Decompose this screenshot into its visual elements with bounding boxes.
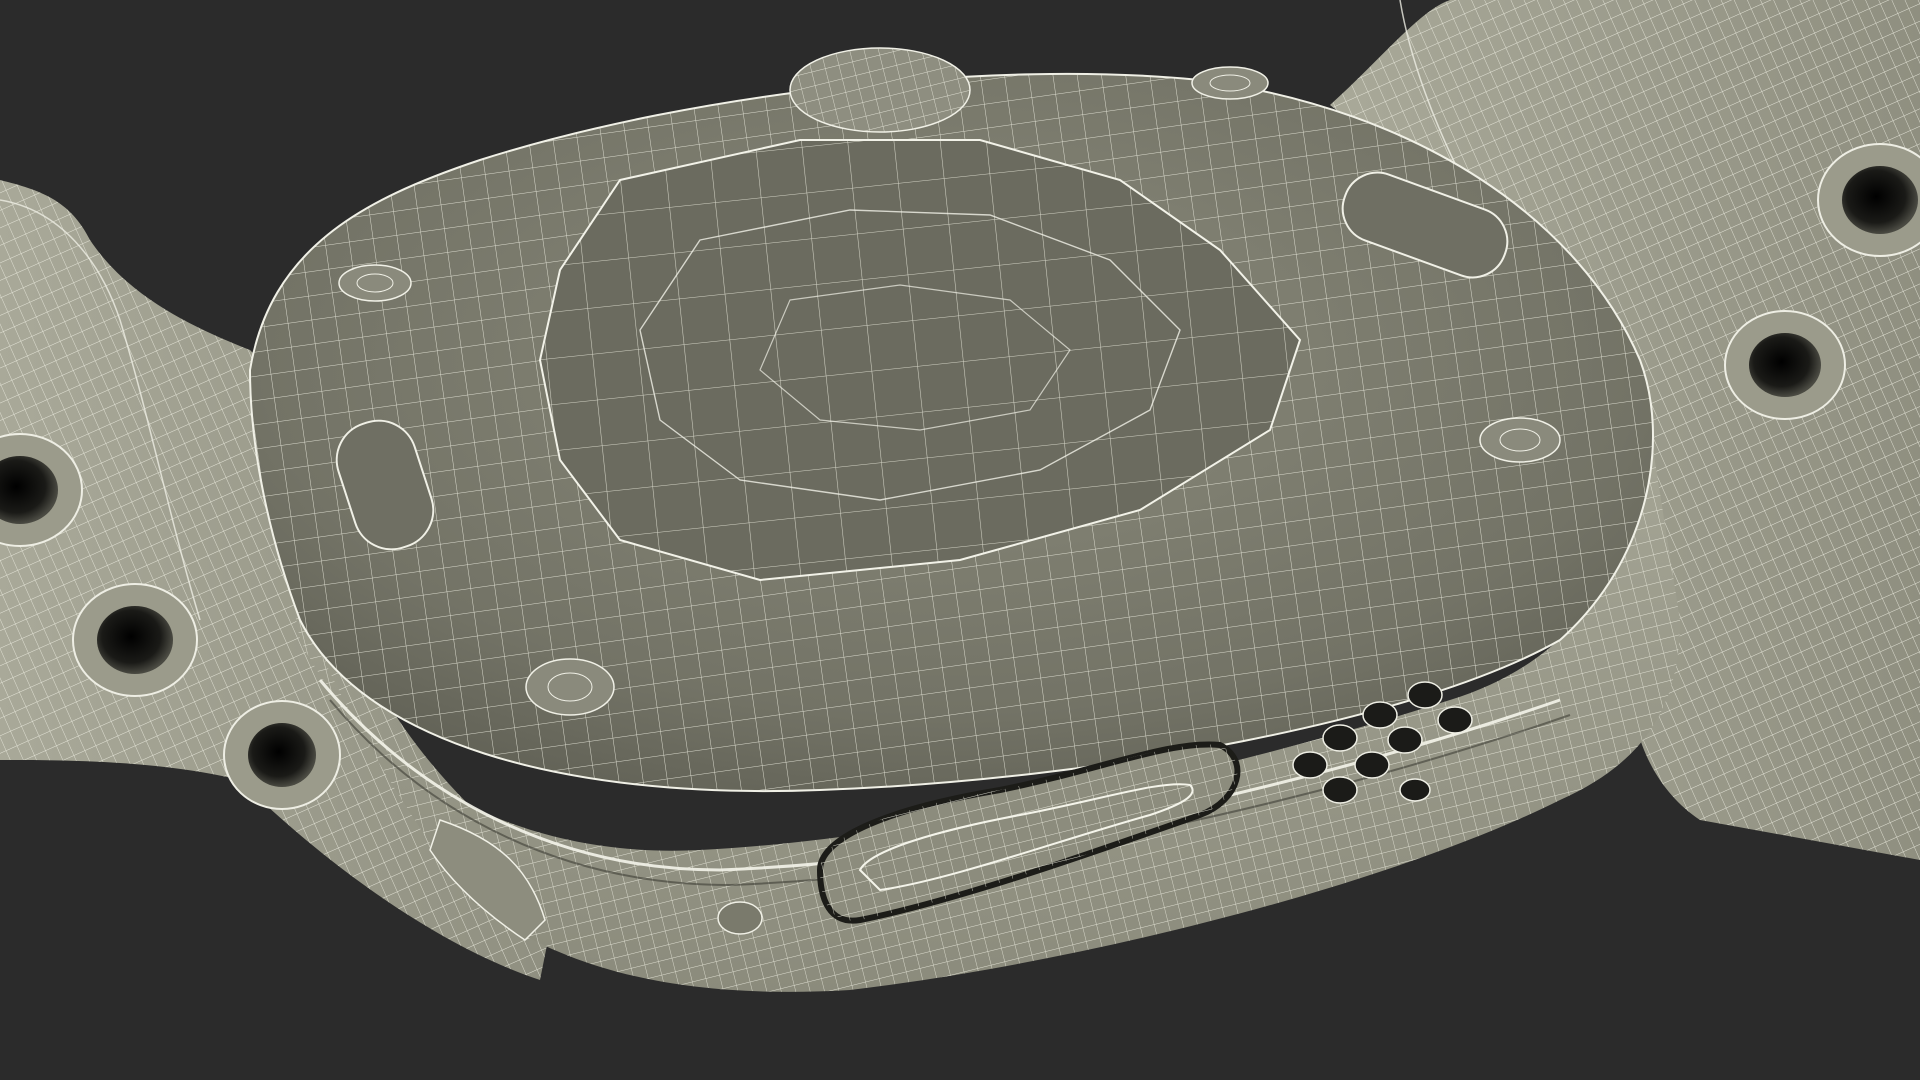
- render-viewport[interactable]: [0, 0, 1920, 1080]
- digital-crown: [789, 47, 971, 133]
- watch-wireframe-render: [0, 0, 1920, 992]
- screw-right: [1479, 417, 1561, 463]
- screw-bottom-left: [525, 658, 615, 716]
- screw-top-left: [338, 264, 412, 302]
- screw-top-right: [1191, 66, 1269, 100]
- screw-small-bottom: [717, 901, 763, 935]
